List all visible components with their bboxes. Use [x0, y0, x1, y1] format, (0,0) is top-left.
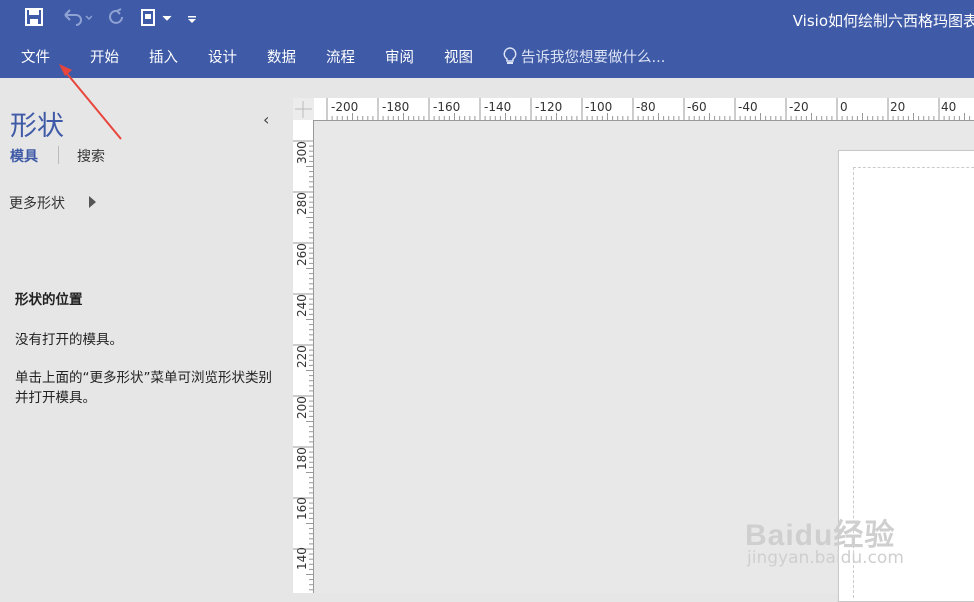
ruler-label: 300	[295, 141, 309, 164]
tab-review[interactable]: 审阅	[385, 46, 414, 67]
ruler-label: -40	[738, 100, 758, 114]
shapes-pane: 形状 ‹ 模具 搜索 更多形状 形状的位置 没有打开的模具。 单击上面的“更多形…	[0, 78, 293, 593]
ruler-label: 20	[890, 100, 906, 114]
collapse-pane-icon[interactable]: ‹	[263, 110, 269, 129]
ruler-label: -200	[331, 100, 359, 114]
customize-icon[interactable]	[187, 8, 197, 31]
chevron-right-icon[interactable]	[89, 196, 96, 208]
pane-title: 形状	[10, 111, 64, 142]
ruler-label: -60	[687, 100, 707, 114]
ribbon-tabs: 文件 开始 插入 设计 数据 流程 审阅 视图 告诉我您想要做什么...	[0, 38, 974, 78]
tab-file[interactable]: 文件	[21, 46, 50, 67]
ruler-label: 0	[840, 100, 848, 114]
tell-me-text: 告诉我您想要做什么...	[521, 50, 666, 66]
ruler-gap	[293, 78, 974, 98]
ruler-label: -160	[433, 100, 461, 114]
undo-icon[interactable]	[62, 8, 93, 31]
ruler-corner	[293, 98, 314, 120]
ruler-label: -100	[585, 100, 613, 114]
save-icon[interactable]	[25, 8, 43, 31]
ruler-label: 260	[295, 243, 309, 266]
hint-message: 单击上面的“更多形状”菜单可浏览形状类别并打开模具。	[15, 370, 272, 406]
window-title: Visio如何绘制六西格玛图表	[792, 12, 974, 30]
ruler-label: -180	[382, 100, 410, 114]
watermark-url: jingyan.baidu.com	[747, 548, 904, 568]
tab-stencils[interactable]: 模具	[10, 146, 38, 166]
baidu-watermark: Baidu经验 jingyan.baidu.com	[745, 510, 904, 568]
ruler-label: 220	[295, 345, 309, 368]
tab-divider	[58, 146, 59, 164]
ruler-label: 40	[941, 100, 957, 114]
ruler-label: 200	[295, 396, 309, 419]
tell-me-box[interactable]: 告诉我您想要做什么...	[503, 46, 665, 67]
tab-data[interactable]: 数据	[267, 46, 296, 67]
ruler-label: -140	[484, 100, 512, 114]
ruler-label: -120	[535, 100, 563, 114]
tab-process[interactable]: 流程	[326, 46, 355, 67]
tab-home[interactable]: 开始	[90, 46, 119, 67]
ruler-label: -20	[789, 100, 809, 114]
redo-icon[interactable]	[108, 8, 126, 31]
tab-search[interactable]: 搜索	[77, 146, 105, 166]
title-bar: Visio如何绘制六西格玛图表	[0, 0, 974, 38]
ruler-label: 240	[295, 294, 309, 317]
ruler-label: 180	[295, 447, 309, 470]
ruler-label: -80	[636, 100, 656, 114]
lightbulb-icon	[503, 47, 517, 64]
ruler-label: 280	[295, 192, 309, 215]
tab-design[interactable]: 设计	[208, 46, 237, 67]
section-title: 形状的位置	[15, 292, 83, 308]
no-stencil-message: 没有打开的模具。	[15, 332, 123, 348]
new-document-icon[interactable]	[140, 8, 174, 31]
ruler-label: 140	[295, 547, 309, 570]
tab-insert[interactable]: 插入	[149, 46, 178, 67]
ruler-label: 160	[295, 497, 309, 520]
more-shapes-button[interactable]: 更多形状	[9, 193, 65, 213]
tab-view[interactable]: 视图	[444, 46, 473, 67]
